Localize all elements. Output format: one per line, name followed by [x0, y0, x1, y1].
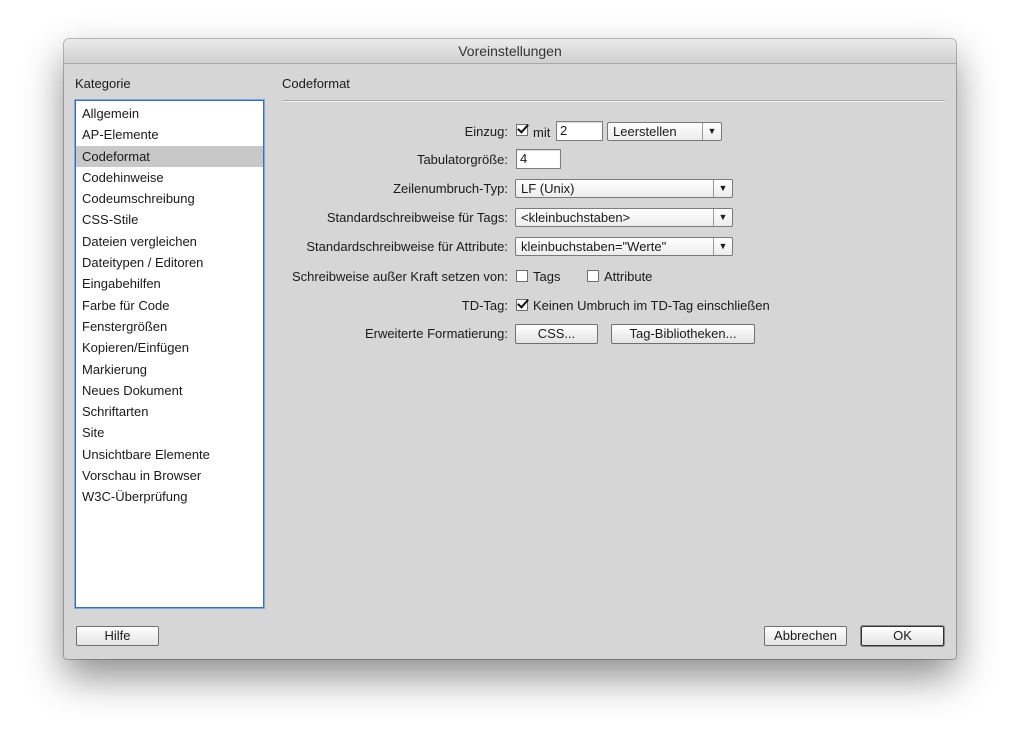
category-items: Allgemein AP-Elemente Codeformat Codehinwei… [76, 101, 263, 508]
linebreak-select[interactable]: LF (Unix) ▼ [515, 179, 733, 198]
indent-unit-select[interactable]: Leerstellen ▼ [607, 122, 722, 141]
td-tag-label: TD-Tag: [461, 298, 508, 313]
chevron-down-icon: ▼ [713, 238, 732, 255]
section-divider [282, 100, 945, 102]
section-title: Codeformat [282, 76, 350, 91]
ok-button[interactable]: OK [861, 626, 944, 646]
indent-label: Einzug: [464, 124, 508, 139]
tag-case-label: Standardschreibweise für Tags: [326, 210, 508, 225]
chevron-down-icon: ▼ [713, 209, 732, 226]
td-tag-checkbox[interactable] [516, 299, 528, 311]
category-item[interactable]: Vorschau in Browser [76, 465, 263, 486]
override-attributes-checkbox[interactable] [587, 270, 599, 282]
cancel-button[interactable]: Abbrechen [764, 626, 847, 646]
category-item[interactable]: Markierung [76, 359, 263, 380]
tag-case-select[interactable]: <kleinbuchstaben> ▼ [515, 208, 733, 227]
chevron-down-icon: ▼ [702, 123, 721, 140]
category-item[interactable]: W3C-Überprüfung [76, 486, 263, 507]
category-item[interactable]: Neues Dokument [76, 380, 263, 401]
override-tags-checkbox[interactable] [516, 270, 528, 282]
category-label: Kategorie [75, 76, 131, 91]
attr-case-value: kleinbuchstaben="Werte" [521, 239, 667, 254]
advanced-label: Erweiterte Formatierung: [364, 326, 508, 341]
chevron-down-icon: ▼ [713, 180, 732, 197]
category-item[interactable]: Schriftarten [76, 401, 263, 422]
category-item[interactable]: Dateien vergleichen [76, 231, 263, 252]
category-item[interactable]: Farbe für Code [76, 295, 263, 316]
category-list[interactable]: Allgemein AP-Elemente Codeformat Codehinwei… [75, 100, 264, 608]
override-tags-label: Tags [533, 269, 561, 284]
attr-case-select[interactable]: kleinbuchstaben="Werte" ▼ [515, 237, 733, 256]
category-item[interactable]: Codeumschreibung [76, 188, 263, 209]
indent-checkbox[interactable] [516, 124, 528, 136]
td-tag-text: Keinen Umbruch im TD-Tag einschließen [533, 298, 770, 313]
help-button[interactable]: Hilfe [76, 626, 159, 646]
window-title: Voreinstellungen [64, 39, 956, 64]
attr-case-label: Standardschreibweise für Attribute: [306, 239, 508, 254]
category-item[interactable]: CSS-Stile [76, 209, 263, 230]
indent-size-input[interactable]: 2 [556, 121, 603, 141]
preferences-dialog: Voreinstellungen Kategorie Allgemein AP-E… [64, 39, 956, 659]
indent-with-label: mit [533, 125, 551, 140]
tag-case-value: <kleinbuchstaben> [521, 210, 631, 225]
tag-library-button[interactable]: Tag-Bibliotheken... [611, 324, 755, 344]
category-item[interactable]: Kopieren/Einfügen [76, 337, 263, 358]
linebreak-value: LF (Unix) [521, 181, 575, 196]
category-item[interactable]: Allgemein [76, 103, 263, 124]
category-item[interactable]: Codeformat [76, 145, 263, 167]
tabsize-input[interactable]: 4 [516, 149, 561, 169]
tabsize-label: Tabulatorgröße: [416, 152, 508, 167]
indent-unit-value: Leerstellen [613, 124, 677, 139]
linebreak-label: Zeilenumbruch-Typ: [393, 181, 508, 196]
category-item[interactable]: Eingabehilfen [76, 273, 263, 294]
category-item[interactable]: AP-Elemente [76, 124, 263, 145]
css-button[interactable]: CSS... [515, 324, 598, 344]
category-item[interactable]: Fenstergrößen [76, 316, 263, 337]
override-label: Schreibweise außer Kraft setzen von: [291, 269, 508, 284]
category-item[interactable]: Codehinweise [76, 167, 263, 188]
category-item[interactable]: Dateitypen / Editoren [76, 252, 263, 273]
category-item[interactable]: Site [76, 422, 263, 443]
override-attributes-label: Attribute [604, 269, 653, 284]
category-item[interactable]: Unsichtbare Elemente [76, 444, 263, 465]
